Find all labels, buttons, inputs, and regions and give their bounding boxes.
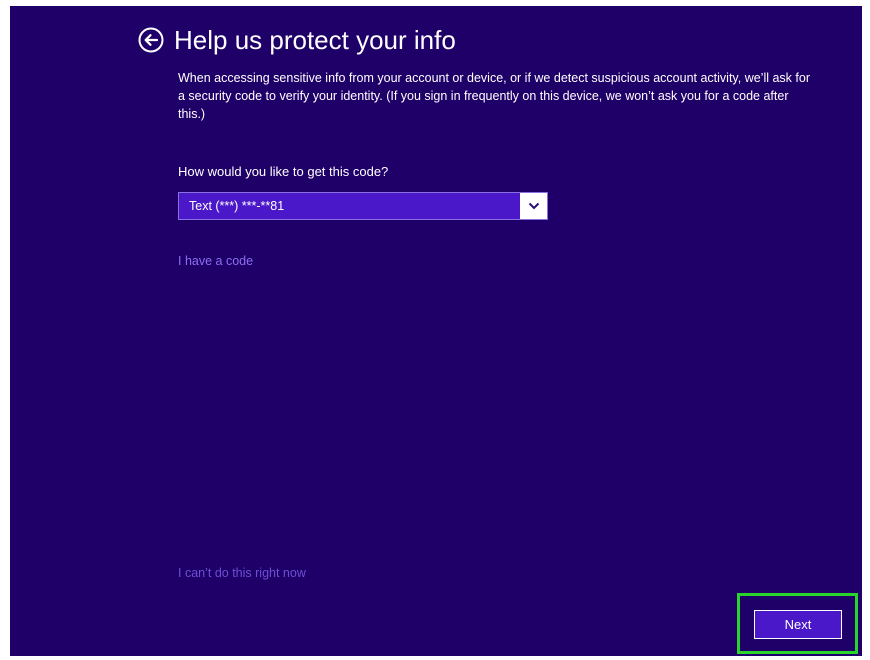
back-button[interactable] bbox=[138, 27, 164, 53]
code-method-select[interactable]: Text (***) ***-**81 bbox=[178, 192, 548, 220]
code-method-selected-value: Text (***) ***-**81 bbox=[189, 199, 285, 213]
dropdown-arrow[interactable] bbox=[520, 193, 547, 219]
chevron-down-icon bbox=[528, 202, 539, 210]
page-title: Help us protect your info bbox=[174, 25, 456, 55]
code-method-label: How would you like to get this code? bbox=[178, 164, 389, 179]
cant-do-now-link[interactable]: I can’t do this right now bbox=[178, 564, 306, 582]
have-code-link[interactable]: I have a code bbox=[178, 252, 253, 270]
description-text: When accessing sensitive info from your … bbox=[178, 71, 810, 121]
security-setup-screen: Help us protect your info When accessing… bbox=[10, 6, 862, 656]
back-arrow-circle-icon bbox=[138, 27, 164, 53]
next-button[interactable]: Next bbox=[754, 610, 842, 639]
